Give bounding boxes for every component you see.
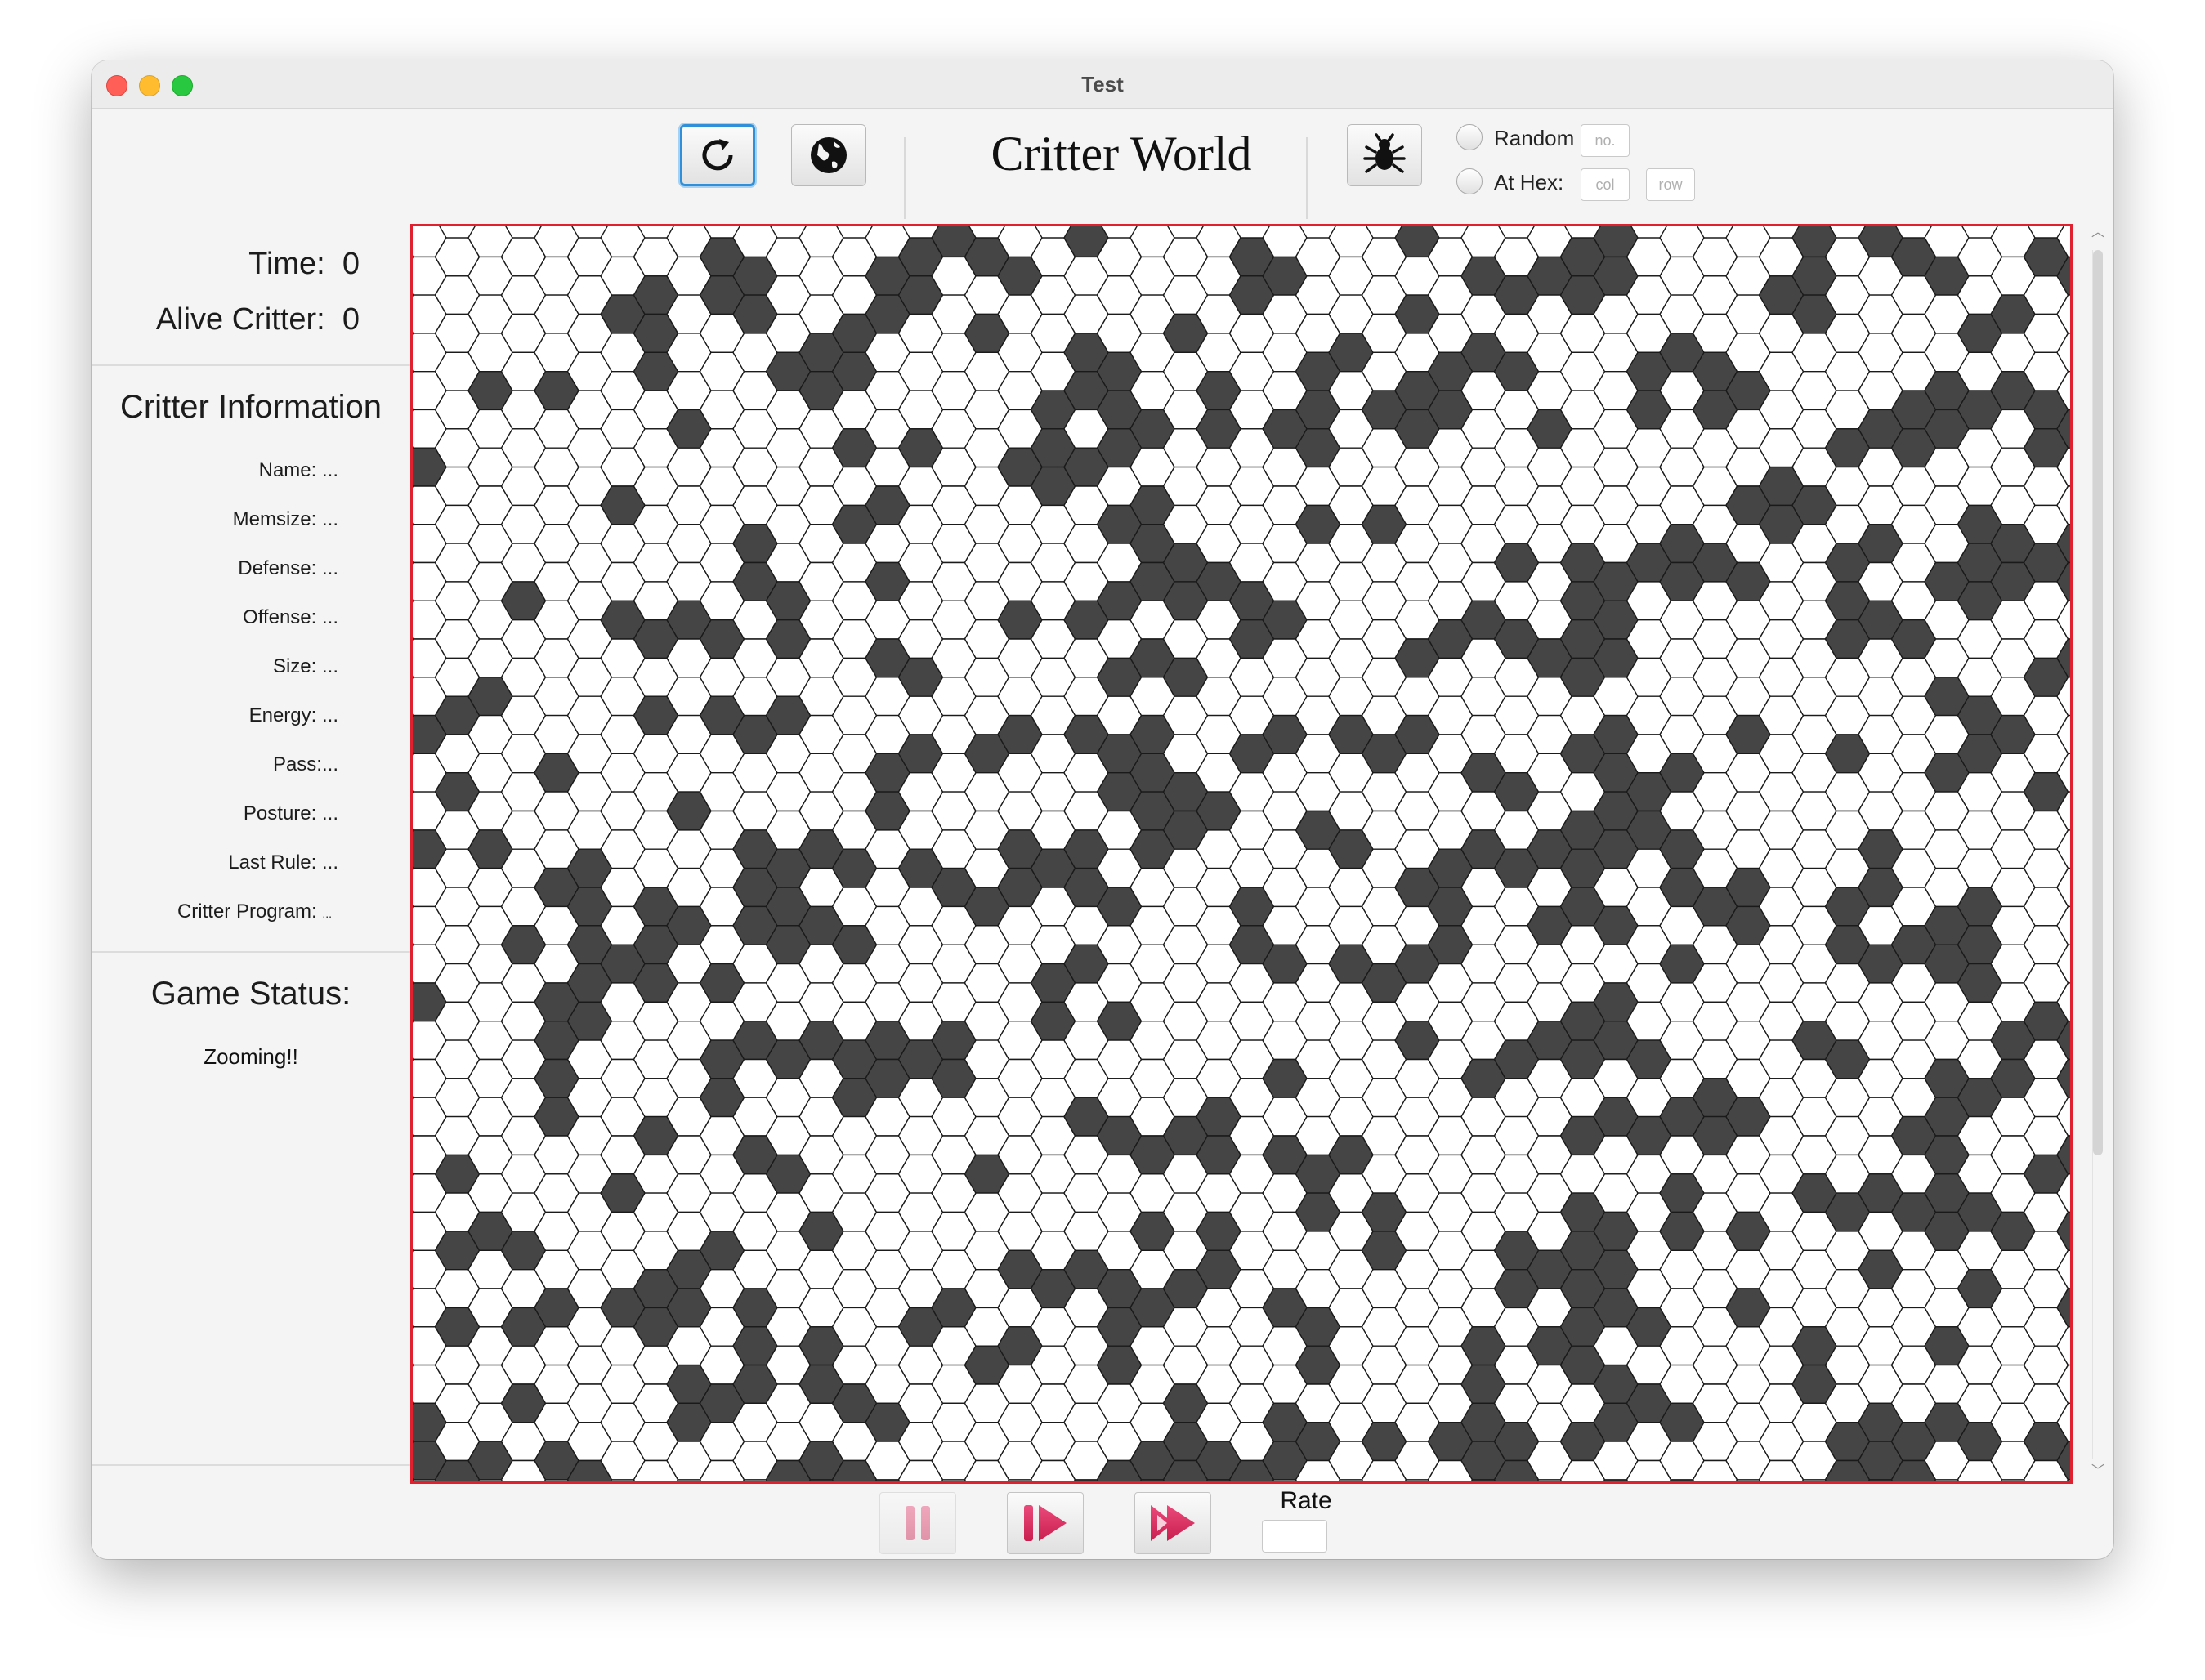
field-label: Memsize: [232, 508, 317, 530]
rate-input[interactable] [1262, 1520, 1327, 1553]
step-button[interactable] [1007, 1492, 1084, 1554]
field-value: ... [322, 907, 332, 920]
pause-icon [906, 1506, 930, 1540]
field-value: ... [321, 655, 338, 677]
critter-count-input[interactable] [1581, 124, 1630, 157]
field-label: Size: [272, 655, 317, 677]
critter-bug-icon [1363, 133, 1406, 173]
at-hex-radio[interactable] [1456, 168, 1483, 194]
critter-field-defense: Defense: ... [238, 557, 338, 580]
at-hex-label: At Hex: [1494, 170, 1564, 194]
alive-critter-display: Alive Critter: 0 [156, 302, 360, 337]
field-label: Last Rule: [228, 851, 317, 874]
globe-icon [811, 137, 847, 173]
alive-critter-value: 0 [342, 302, 360, 337]
window-title: Test [1081, 72, 1124, 96]
alive-critter-label: Alive Critter: [155, 302, 325, 337]
title-bar: Test [92, 60, 2113, 109]
field-value: ... [321, 802, 338, 824]
add-critter-button[interactable] [1347, 124, 1422, 186]
critter-field-size: Size: ... [273, 655, 338, 678]
game-status-heading: Game Status: [150, 976, 351, 1012]
column-input[interactable] [1581, 168, 1630, 201]
toolbar-separator [1306, 137, 1308, 219]
run-button[interactable] [1134, 1492, 1211, 1554]
time-label: Time: [248, 247, 325, 281]
field-value: ... [321, 508, 338, 530]
field-label: Name: [258, 459, 317, 481]
critter-info-heading: Critter Information [119, 389, 382, 425]
field-label: Critter Program: [177, 900, 317, 923]
app-window: Test Critter World Random At Hex: Time: [92, 60, 2113, 1559]
toolbar-separator [904, 137, 906, 219]
critter-field-posture: Posture: ... [244, 802, 338, 825]
field-value: ... [321, 851, 338, 874]
random-label: Random [1494, 126, 1575, 150]
field-label: Pass: [272, 753, 322, 775]
random-radio[interactable] [1456, 124, 1483, 150]
scroll-down-icon[interactable]: ﹀ [2089, 1463, 2107, 1481]
critter-field-last-rule: Last Rule: ... [228, 851, 338, 874]
row-input[interactable] [1646, 168, 1695, 201]
field-value: ... [321, 704, 338, 726]
field-value: ... [321, 753, 338, 775]
app-title: Critter World [991, 127, 1252, 181]
pause-button[interactable] [879, 1492, 956, 1554]
scroll-up-icon[interactable]: ︿ [2089, 224, 2107, 242]
game-status-message: Zooming!! [204, 1044, 298, 1069]
panel-divider [92, 1464, 410, 1466]
step-forward-icon [1024, 1505, 1067, 1541]
time-value: 0 [342, 247, 360, 281]
field-label: Posture: [243, 802, 317, 824]
critter-field-pass: Pass:... [273, 753, 338, 776]
load-world-button[interactable] [791, 124, 866, 186]
fast-forward-icon [1151, 1505, 1195, 1541]
field-label: Defense: [238, 557, 317, 579]
field-label: Energy: [248, 704, 317, 726]
vertical-scrollbar[interactable]: ︿ ﹀ [2086, 224, 2110, 1484]
time-display: Time: 0 [248, 247, 360, 282]
critter-field-offense: Offense: ... [243, 606, 338, 629]
panel-divider [92, 951, 410, 953]
critter-field-name: Name: ... [259, 459, 338, 482]
hex-grid[interactable] [413, 226, 2070, 1481]
hex-world-board[interactable] [410, 224, 2073, 1484]
field-value: ... [321, 557, 338, 579]
panel-divider [92, 364, 410, 366]
critter-field-memsize: Memsize: ... [233, 508, 338, 531]
refresh-icon [702, 139, 733, 171]
field-value: ... [321, 606, 338, 628]
field-value: ... [321, 459, 338, 481]
critter-field-program: Critter Program: ... [177, 900, 332, 923]
scroll-thumb[interactable] [2093, 250, 2103, 1155]
reset-button[interactable] [680, 124, 755, 186]
critter-field-energy: Energy: ... [249, 704, 338, 727]
rate-label: Rate [1280, 1487, 1332, 1514]
field-label: Offense: [243, 606, 317, 628]
